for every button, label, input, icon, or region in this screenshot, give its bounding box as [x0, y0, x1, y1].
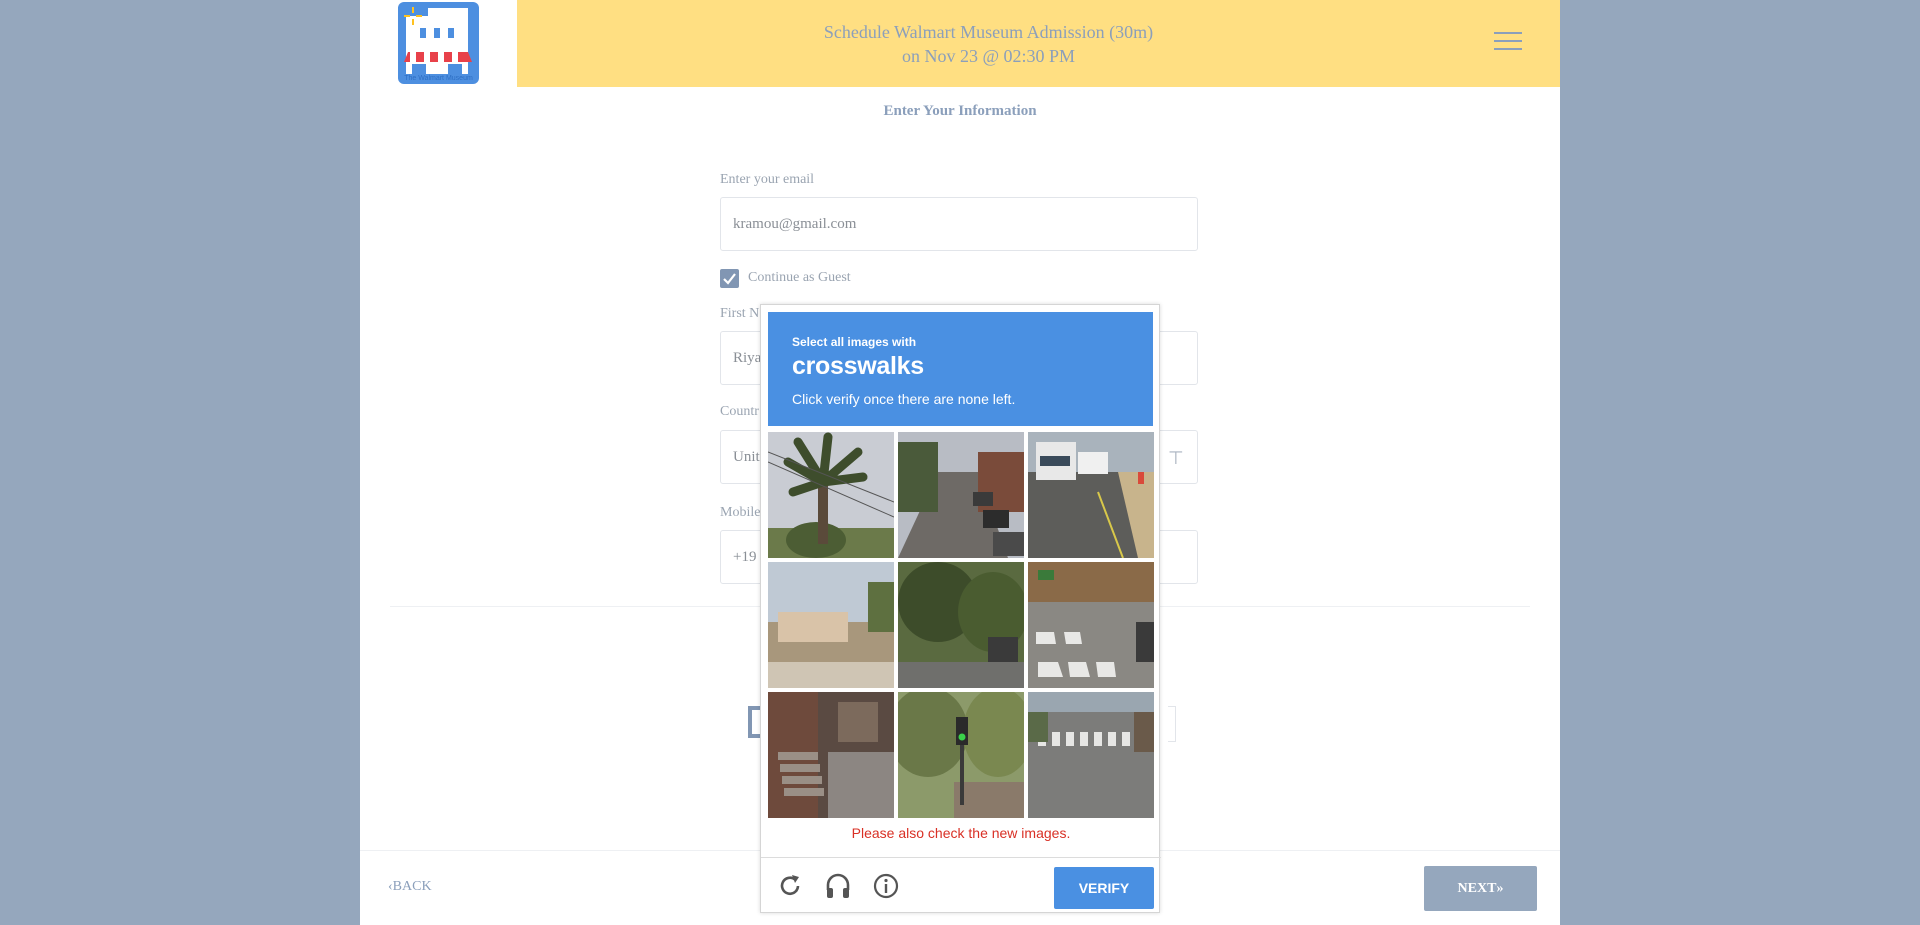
captcha-error: Please also check the new images.	[851, 825, 1071, 841]
logo-caption: The Walmart Museum	[404, 75, 473, 82]
captcha-target: crosswalks	[792, 352, 924, 380]
captcha-tile-crosswalk-2[interactable]	[1028, 692, 1154, 818]
dropdown-arrow-icon: ⊤	[1168, 448, 1184, 468]
next-button[interactable]: NEXT»	[1424, 866, 1537, 911]
page-title: Schedule Walmart Museum Admission (30m) …	[517, 20, 1460, 68]
captcha-tile-stairs[interactable]	[768, 692, 894, 818]
captcha-tile-street-cars[interactable]	[898, 432, 1024, 558]
title-line-1: Schedule Walmart Museum Admission (30m)	[823, 22, 1154, 42]
mobile-label: Mobile	[720, 505, 761, 520]
museum-logo[interactable]: The Walmart Museum	[360, 0, 517, 87]
back-button[interactable]: ‹BACK	[388, 879, 432, 895]
verify-button[interactable]: VERIFY	[1054, 867, 1154, 909]
captcha-divider	[761, 857, 1161, 858]
obscured-button-edge	[1168, 706, 1176, 742]
museum-building-icon	[398, 2, 479, 84]
captcha-image-grid	[768, 432, 1155, 819]
hamburger-menu-icon[interactable]	[1494, 30, 1522, 52]
country-label: Countr	[720, 404, 759, 419]
captcha-tile-palm-tree[interactable]	[768, 432, 894, 558]
first-name-label: First N	[720, 306, 760, 321]
section-title: Enter Your Information	[883, 103, 1037, 119]
captcha-tile-trees[interactable]	[898, 562, 1024, 688]
captcha-tile-traffic-light[interactable]	[898, 692, 1024, 818]
back-label: BACK	[392, 879, 432, 894]
refresh-icon[interactable]	[775, 871, 805, 901]
captcha-instruction: Select all images with	[792, 335, 917, 349]
title-line-2: on Nov 23 @ 02:30 PM	[901, 46, 1076, 66]
headphones-icon[interactable]	[823, 871, 853, 901]
guest-checkbox[interactable]	[720, 269, 739, 288]
captcha-subtext: Click verify once there are none left.	[792, 391, 1016, 407]
captcha-tile-house[interactable]	[768, 562, 894, 688]
checkmark-icon	[723, 273, 736, 285]
guest-checkbox-label: Continue as Guest	[748, 270, 851, 285]
double-chevron-right-icon: »	[1496, 881, 1504, 896]
next-label: NEXT	[1457, 881, 1497, 896]
email-field[interactable]: kramou@gmail.com	[720, 197, 1198, 251]
captcha-tile-crosswalk-1[interactable]	[1028, 562, 1154, 688]
email-label: Enter your email	[720, 172, 815, 187]
captcha-tile-truck-road[interactable]	[1028, 432, 1154, 558]
info-icon[interactable]	[871, 871, 901, 901]
header-bar: The Walmart Museum Schedule Walmart Muse…	[360, 0, 1560, 87]
captcha-dialog: Select all images with crosswalks Click …	[760, 304, 1161, 913]
captcha-header: Select all images with crosswalks Click …	[768, 312, 1153, 426]
